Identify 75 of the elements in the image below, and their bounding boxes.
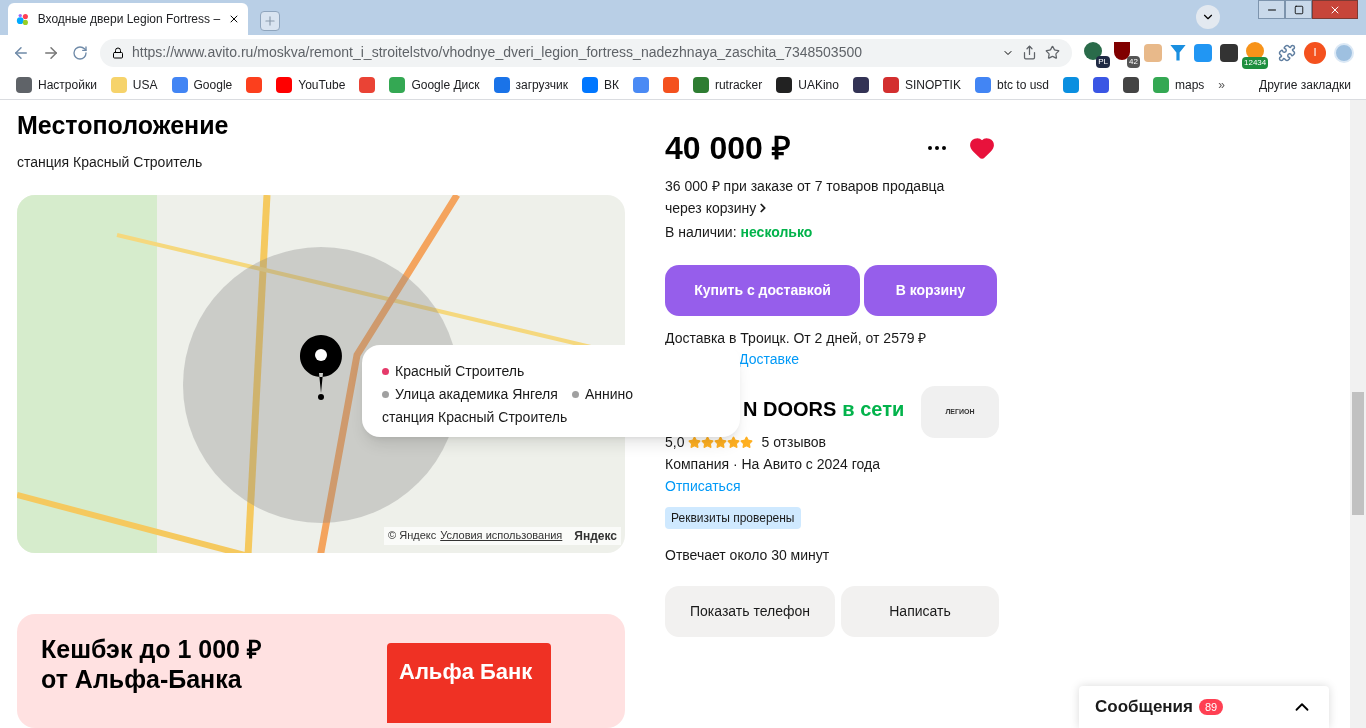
site-logo-icon <box>16 11 30 27</box>
plus-icon <box>263 14 277 28</box>
star-icon <box>714 436 728 449</box>
terms-link[interactable]: Условия использования <box>440 527 563 544</box>
lock-icon <box>112 46 124 59</box>
unread-count: 89 <box>1199 698 1224 716</box>
delivery-text: Доставка в Троицк. От 2 дней, от 2579 ₽ <box>665 329 928 348</box>
maximize-icon <box>1293 4 1304 15</box>
bookmark-link[interactable]: YouTube <box>298 75 346 94</box>
star-icon <box>740 436 754 449</box>
write-message-button[interactable]: Написать <box>841 586 999 637</box>
extension-badge: 12434 <box>1242 56 1269 69</box>
extension-globe-icon[interactable] <box>1084 41 1102 60</box>
stock-label: В наличии: <box>665 223 737 242</box>
star-icon <box>727 436 741 449</box>
seller-info: Компания · На Авито с 2024 года <box>665 455 881 474</box>
tab-title: Входные двери Legion Fortress – <box>37 11 221 28</box>
maximize-button[interactable] <box>1285 0 1312 19</box>
star-icon <box>701 436 715 449</box>
promo-subtitle: от Альфа-Банка <box>41 663 243 694</box>
browser-tab[interactable]: Входные двери Legion Fortress – <box>8 3 248 35</box>
messages-label: Сообщения <box>1095 696 1193 719</box>
scrollbar[interactable] <box>1350 100 1366 728</box>
show-phone-button[interactable]: Показать телефон <box>665 586 835 637</box>
seller-name[interactable]: N DOORS <box>743 394 837 424</box>
extensions-icon[interactable] <box>1278 43 1296 62</box>
extension-shield-icon[interactable] <box>1114 41 1130 60</box>
map-pin-icon <box>298 333 344 401</box>
bookmark-link[interactable]: Настройки <box>38 75 97 94</box>
station-name: Улица академика Янгеля <box>395 385 558 404</box>
reload-icon[interactable] <box>72 44 88 61</box>
response-time-text: Отвечает около 30 минут <box>665 546 831 565</box>
star-icon <box>688 436 702 449</box>
bookmark-link[interactable]: USA <box>132 75 158 94</box>
station-text: станция Красный Строитель <box>17 153 204 172</box>
bookmark-link[interactable]: Google Диск <box>411 75 480 94</box>
bulk-price-text: 36 000 ₽ при заказе от 7 товаров продавца <box>665 177 946 196</box>
bookmark-link[interactable]: btc to usd <box>996 75 1049 94</box>
bookmark-link[interactable]: Google <box>193 75 233 94</box>
extension-badge: PL <box>1096 55 1110 68</box>
bookmark-folder[interactable]: Другие закладки <box>1259 75 1351 94</box>
station-name: Красный Строитель <box>395 362 525 381</box>
bookmark-link[interactable]: SINOPTIK <box>904 75 961 94</box>
tab-list-button[interactable] <box>1196 5 1220 29</box>
rating-value: 5,0 <box>665 433 685 452</box>
stock-value: несколько <box>740 223 813 242</box>
verified-badge: Реквизиты проверены <box>665 507 801 529</box>
address-bar[interactable]: https://www.avito.ru/moskva/remont_i_stroitelstvo/vhodnye_dveri_legion_fortress_nadezhnaya_zaschita_7348503500 <box>100 38 1072 67</box>
reviews-link[interactable]: 5 отзывов <box>761 432 827 453</box>
section-title: Местоположение <box>17 110 230 141</box>
bookmark-star-icon[interactable] <box>1045 45 1060 60</box>
bookmark-link[interactable]: загрузчик <box>515 75 568 94</box>
bookmark-link[interactable]: ВК <box>603 75 619 94</box>
minimize-button[interactable] <box>1258 0 1285 19</box>
price: 40 000 ₽ <box>665 129 792 168</box>
bookmark-link[interactable]: maps <box>1175 75 1205 94</box>
bookmark-link[interactable]: rutracker <box>714 75 763 94</box>
cart-link[interactable]: через корзину <box>665 197 771 219</box>
share-icon[interactable] <box>1022 45 1037 60</box>
promo-title: Кешбэк до 1 000 ₽ <box>41 633 263 664</box>
more-bookmarks-button[interactable]: » <box>1218 75 1225 94</box>
favorite-icon[interactable] <box>969 135 995 161</box>
buy-with-delivery-button[interactable]: Купить с доставкой <box>665 265 860 316</box>
extension-badge: 42 <box>1127 55 1140 68</box>
add-to-cart-button[interactable]: В корзину <box>864 265 997 316</box>
map-provider-logo: Яндекс <box>574 527 617 545</box>
online-status: в сети <box>842 397 905 422</box>
messages-widget[interactable]: Сообщения 89 <box>1079 686 1329 728</box>
url-text: https://www.avito.ru/moskva/remont_i_stroitelstvo/vhodnye_dveri_legion_fortress_nadezhnaya_zaschita_7348503500 <box>132 43 863 62</box>
extension-download-icon[interactable] <box>1194 43 1212 62</box>
promo-banner[interactable]: Кешбэк до 1 000 ₽ от Альфа-Банка Альфа Банк <box>17 613 625 728</box>
bookmark-link[interactable]: UAKino <box>798 75 839 94</box>
map-copyright: © Яндекс <box>388 528 437 544</box>
bank-logo: Альфа Банк <box>387 642 551 723</box>
station-address: станция Красный Строитель <box>382 408 569 427</box>
